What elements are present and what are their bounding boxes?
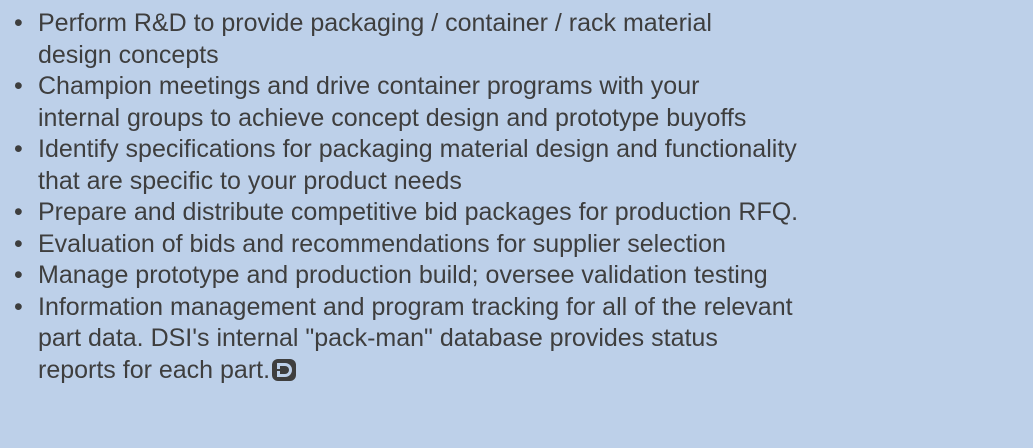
responsibility-list: • Perform R&D to provide packaging / con… [12,8,1033,389]
list-item: • Perform R&D to provide packaging / con… [12,8,1033,71]
list-item: • Evaluation of bids and recommendations… [12,229,1033,261]
list-item: • Champion meetings and drive container … [12,71,1033,134]
list-item: • Information management and program tra… [12,292,1033,390]
item-line: Evaluation of bids and recommendations f… [38,229,726,258]
item-line: Identify specifications for packaging ma… [38,135,797,163]
bullet-panel: • Perform R&D to provide packaging / con… [0,0,1033,448]
item-line: Manage prototype and production build; o… [38,261,768,289]
dsi-end-mark-icon [272,358,297,390]
bullet-icon: • [14,9,23,37]
item-line: Champion meetings and drive container pr… [38,72,700,100]
list-item: • Manage prototype and production build;… [12,260,1033,292]
bullet-icon: • [14,292,23,321]
list-item: • Identify specifications for packaging … [12,134,1033,197]
item-line: Information management and program track… [38,292,793,321]
item-line: internal groups to achieve concept desig… [38,103,747,132]
item-line: part data. DSI's internal "pack-man" dat… [38,324,718,352]
bullet-icon: • [14,135,23,163]
list-item: • Prepare and distribute competitive bid… [12,197,1033,229]
item-line: design concepts [38,40,219,69]
item-line: Perform R&D to provide packaging / conta… [38,9,712,37]
bullet-icon: • [14,198,23,226]
bullet-icon: • [14,229,23,258]
bullet-icon: • [14,261,23,289]
item-line: Prepare and distribute competitive bid p… [38,198,799,226]
bullet-icon: • [14,72,23,100]
item-line: that are specific to your product needs [38,166,462,195]
item-line: reports for each part. [38,355,271,384]
